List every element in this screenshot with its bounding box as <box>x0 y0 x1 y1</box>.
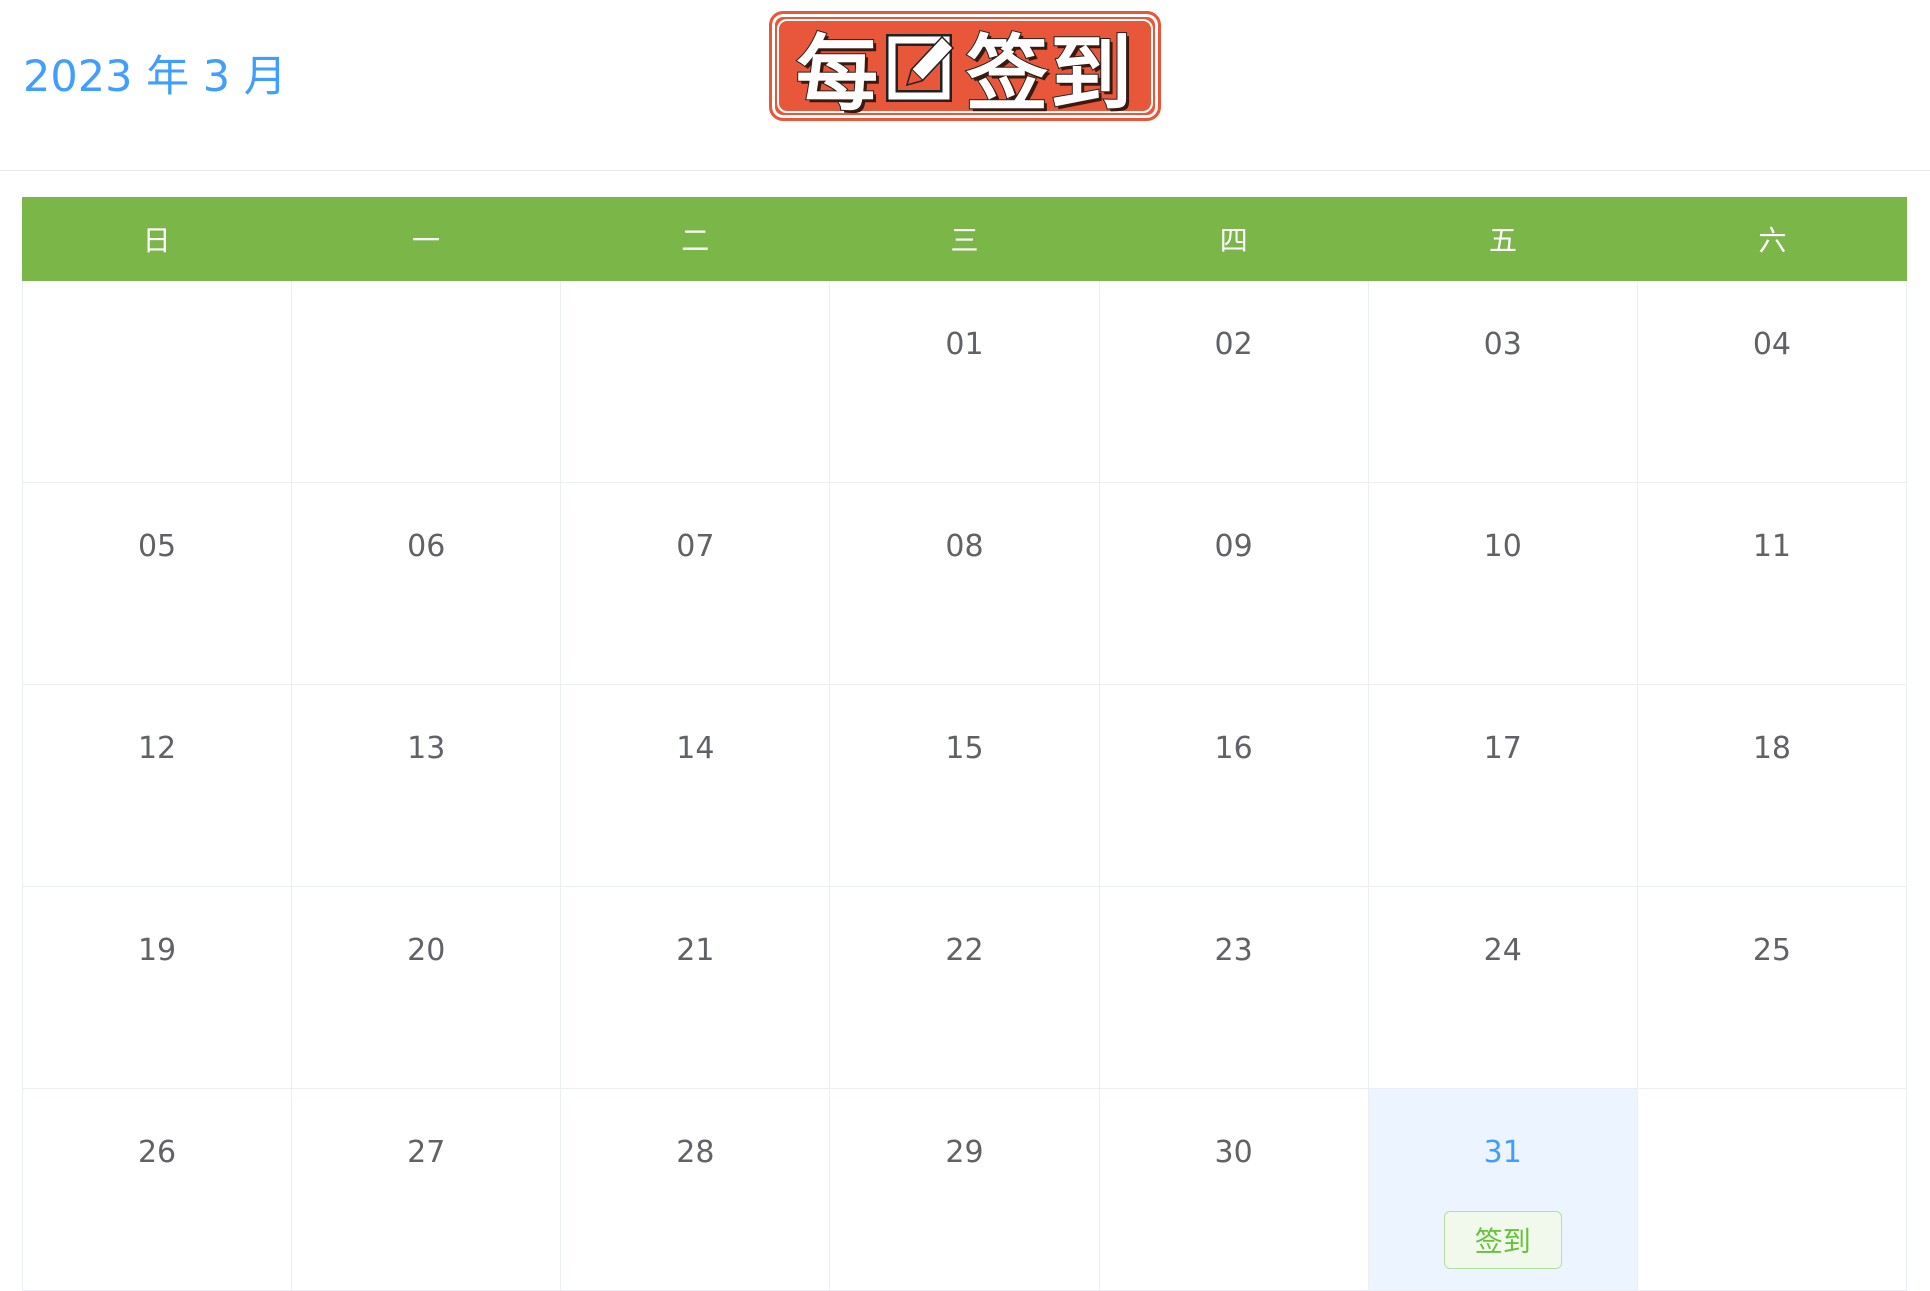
day-number: 06 <box>407 529 446 564</box>
day-number: 07 <box>676 529 715 564</box>
weekday-wed: 三 <box>950 224 979 257</box>
day-cell[interactable]: 22 <box>830 887 1100 1089</box>
weekday-sun: 日 <box>142 224 171 257</box>
day-cell[interactable]: 16 <box>1099 685 1369 887</box>
day-cell[interactable]: 27 <box>292 1089 562 1291</box>
day-grid: 01 02 03 04 05 06 07 08 09 10 11 12 13 1… <box>22 281 1907 1291</box>
day-number: 01 <box>945 327 984 362</box>
day-cell[interactable]: 29 <box>830 1089 1100 1291</box>
logo-text-right: 签到 <box>965 26 1135 123</box>
day-cell[interactable]: 25 <box>1637 887 1907 1089</box>
day-cell[interactable]: 14 <box>561 685 831 887</box>
day-number: 05 <box>137 529 177 564</box>
day-cell[interactable]: 23 <box>1099 887 1369 1089</box>
day-cell-empty <box>1637 1089 1907 1291</box>
day-cell-empty <box>561 281 831 483</box>
day-cell[interactable]: 05 <box>23 483 293 685</box>
day-cell[interactable]: 06 <box>292 483 562 685</box>
day-cell[interactable]: 13 <box>292 685 562 887</box>
weekday-sat: 六 <box>1758 224 1787 257</box>
weekday-header: 日 一 二 三 四 五 六 <box>22 197 1907 281</box>
day-number: 11 <box>1752 529 1791 564</box>
day-cell[interactable]: 20 <box>292 887 562 1089</box>
day-number: 14 <box>676 731 715 766</box>
day-number: 28 <box>676 1135 715 1170</box>
day-cell[interactable]: 18 <box>1637 685 1907 887</box>
day-number: 23 <box>1214 933 1253 968</box>
day-number: 20 <box>407 933 446 968</box>
weekday-mon: 一 <box>411 224 440 257</box>
day-cell[interactable]: 26 <box>23 1089 293 1291</box>
logo-text-left: 每 <box>795 26 880 123</box>
day-cell[interactable]: 01 <box>830 281 1100 483</box>
logo-text: 每 签到 <box>772 14 1158 123</box>
day-cell-today[interactable]: 31 签到 <box>1368 1089 1638 1291</box>
day-number: 17 <box>1483 731 1522 766</box>
weekday-tue: 二 <box>681 224 710 257</box>
day-number: 25 <box>1752 933 1791 968</box>
pen-in-box-icon <box>886 29 960 103</box>
day-number: 02 <box>1214 327 1253 362</box>
day-number: 19 <box>137 933 177 968</box>
day-cell[interactable]: 07 <box>561 483 831 685</box>
day-number: 26 <box>137 1135 177 1170</box>
day-number: 24 <box>1483 933 1522 968</box>
day-number: 29 <box>945 1135 984 1170</box>
day-number: 03 <box>1483 327 1522 362</box>
day-number: 13 <box>407 731 446 766</box>
day-cell-empty <box>292 281 562 483</box>
sign-in-button[interactable]: 签到 <box>1443 1211 1562 1269</box>
daily-checkin-logo: 每 签到 <box>769 11 1161 123</box>
day-number: 22 <box>945 933 984 968</box>
day-cell[interactable]: 08 <box>830 483 1100 685</box>
day-cell-empty <box>23 281 293 483</box>
day-number: 09 <box>1214 529 1253 564</box>
day-number: 18 <box>1752 731 1791 766</box>
day-number: 08 <box>945 529 984 564</box>
day-number: 15 <box>945 731 984 766</box>
weekday-fri: 五 <box>1489 224 1518 257</box>
day-number: 12 <box>137 731 177 766</box>
day-number: 30 <box>1214 1135 1253 1170</box>
day-cell[interactable]: 09 <box>1099 483 1369 685</box>
day-number: 04 <box>1752 327 1791 362</box>
day-cell[interactable]: 30 <box>1099 1089 1369 1291</box>
page-header: 2023 年 3 月 每 签到 <box>0 0 1930 171</box>
day-cell[interactable]: 10 <box>1368 483 1638 685</box>
day-cell[interactable]: 28 <box>561 1089 831 1291</box>
day-cell[interactable]: 02 <box>1099 281 1369 483</box>
calendar: 日 一 二 三 四 五 六 01 02 03 04 05 06 07 08 09… <box>22 197 1907 1291</box>
day-cell[interactable]: 15 <box>830 685 1100 887</box>
day-number: 27 <box>407 1135 446 1170</box>
day-number-today: 31 <box>1483 1135 1522 1170</box>
day-cell[interactable]: 04 <box>1637 281 1907 483</box>
day-number: 10 <box>1483 529 1522 564</box>
day-cell[interactable]: 24 <box>1368 887 1638 1089</box>
day-cell[interactable]: 17 <box>1368 685 1638 887</box>
day-number: 21 <box>676 933 715 968</box>
day-cell[interactable]: 12 <box>23 685 293 887</box>
month-title: 2023 年 3 月 <box>23 52 287 102</box>
day-cell[interactable]: 21 <box>561 887 831 1089</box>
day-cell[interactable]: 03 <box>1368 281 1638 483</box>
day-number: 16 <box>1214 731 1253 766</box>
day-cell[interactable]: 19 <box>23 887 293 1089</box>
weekday-thu: 四 <box>1219 224 1248 257</box>
day-cell[interactable]: 11 <box>1637 483 1907 685</box>
